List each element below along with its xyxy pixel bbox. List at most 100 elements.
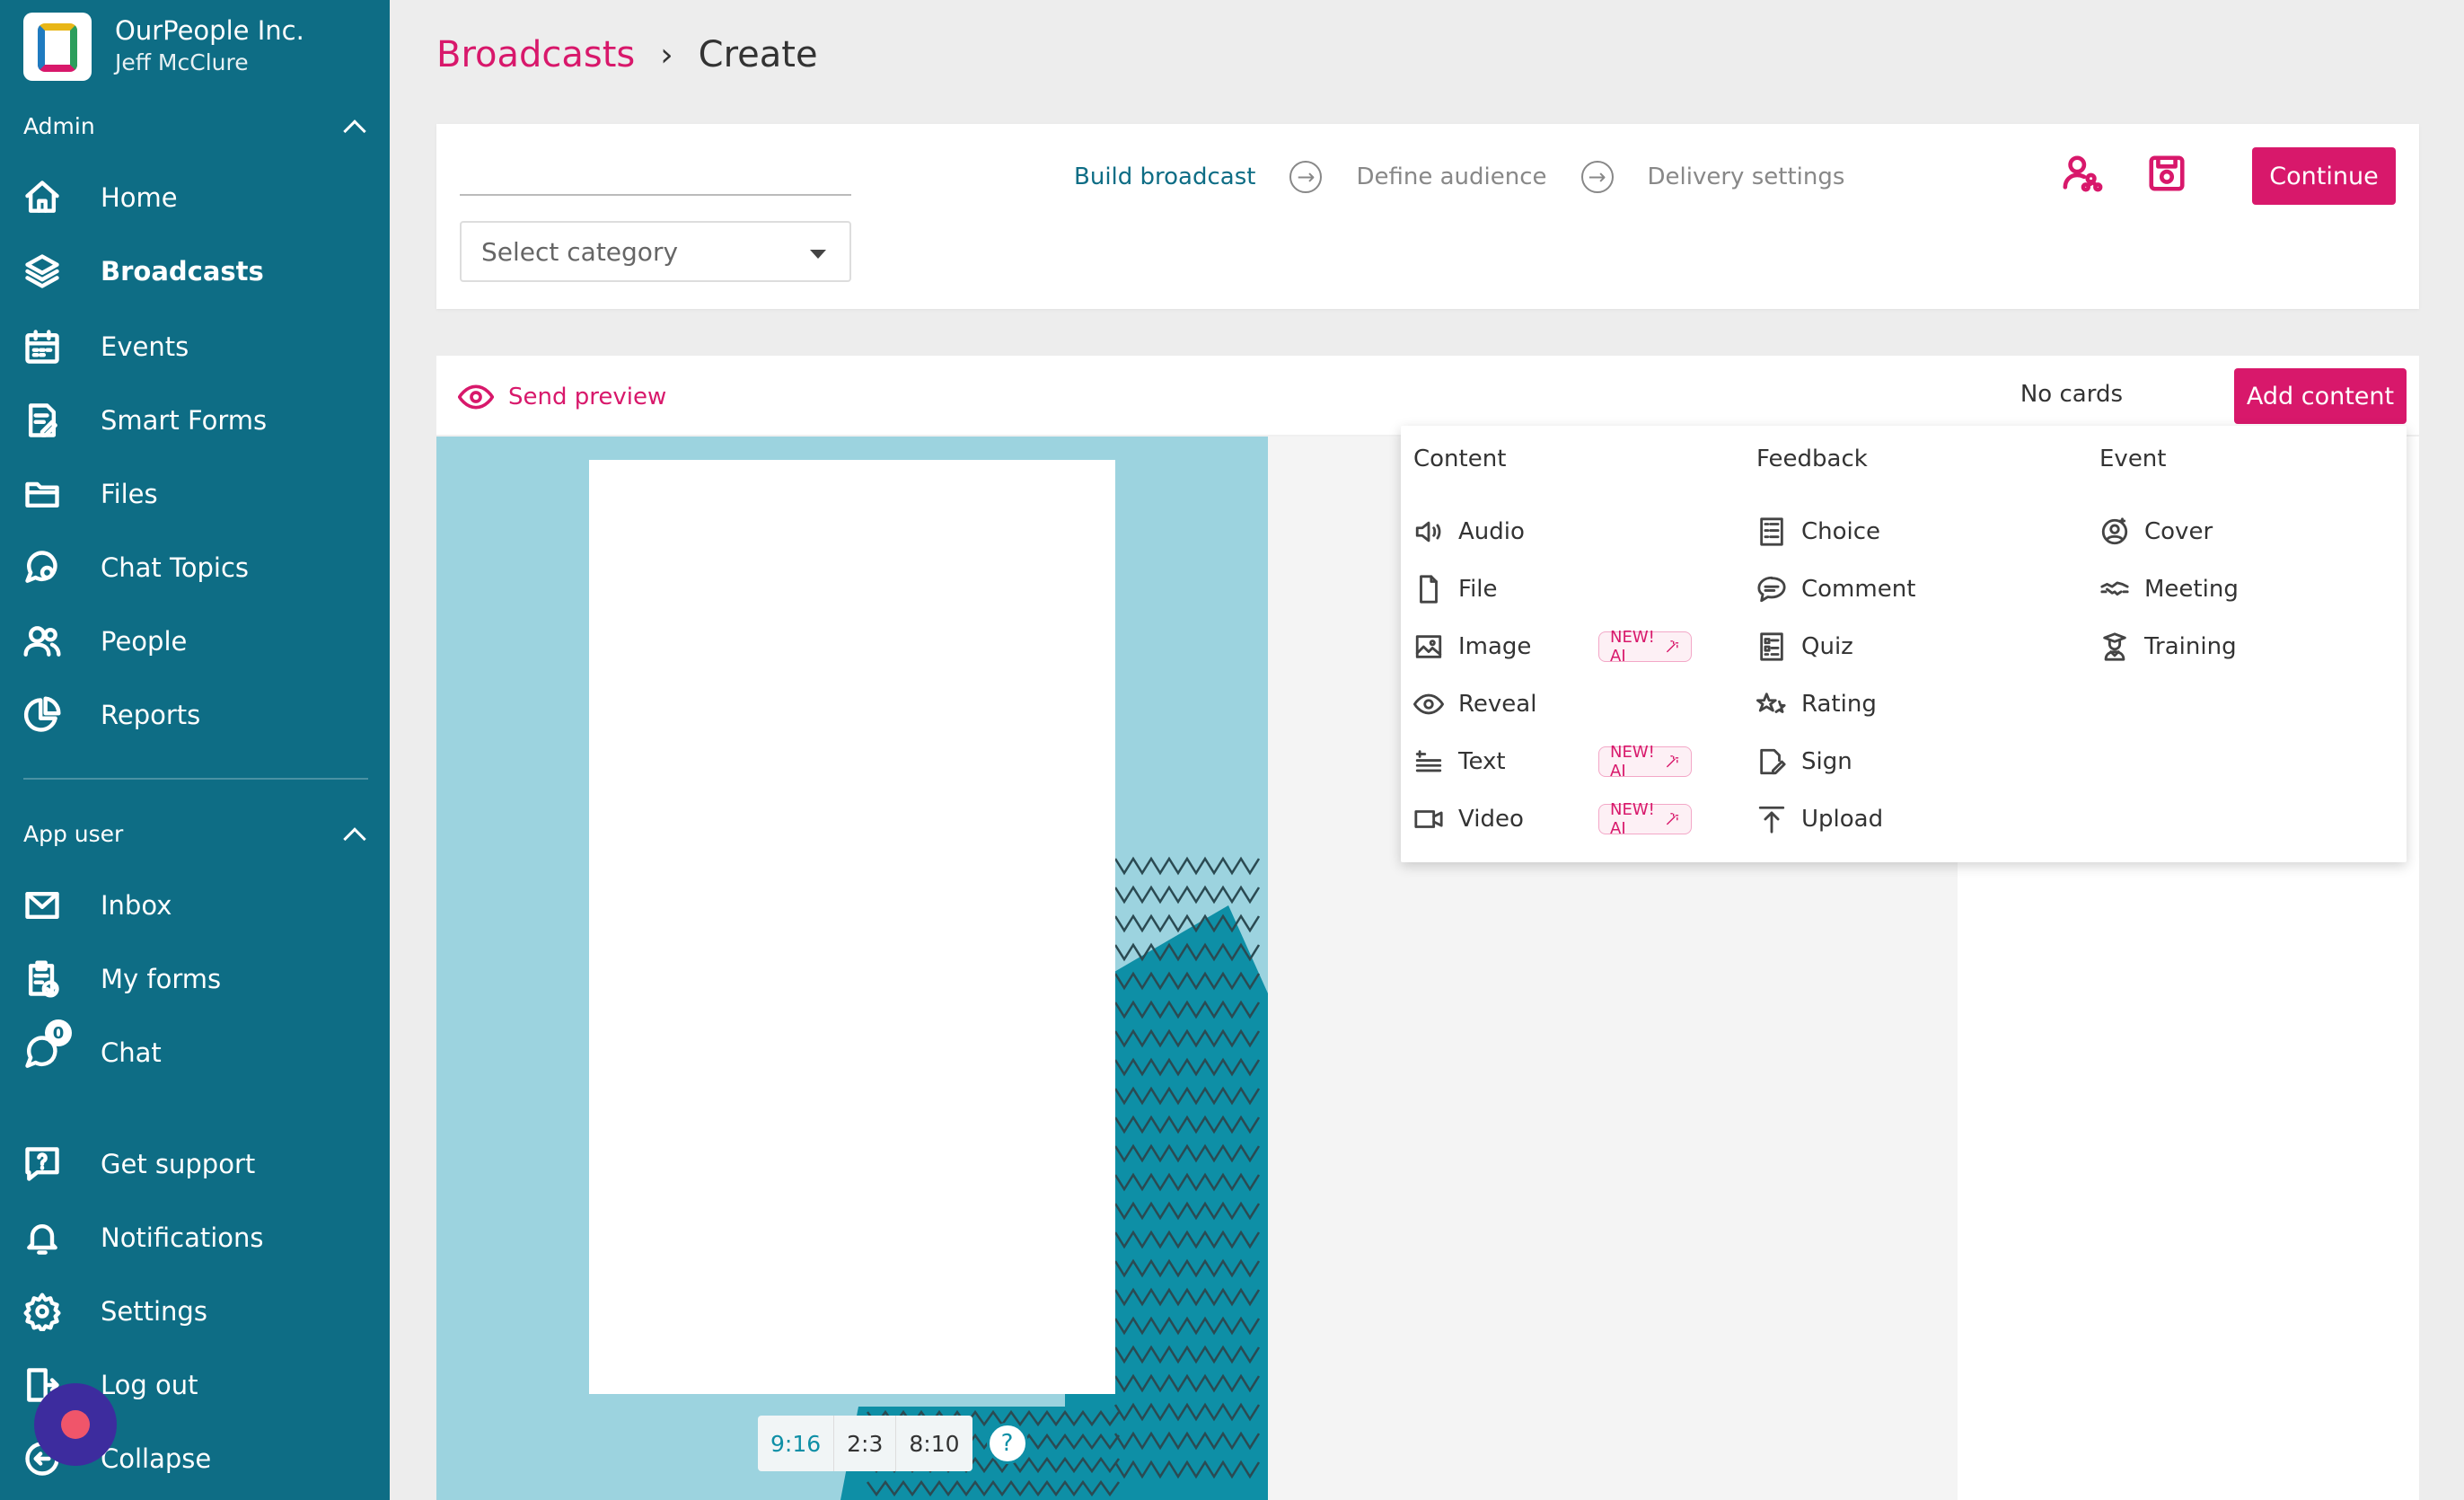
card-count-label: No cards (2020, 381, 2123, 408)
sidebar-item-people[interactable]: People (22, 614, 372, 668)
sidebar-item-label: Get support (101, 1149, 256, 1179)
save-draft-icon[interactable] (2146, 153, 2187, 198)
menu-item-audio[interactable]: Audio (1413, 503, 1536, 560)
sidebar-item-files[interactable]: Files (22, 467, 372, 521)
category-select[interactable]: Select category (460, 221, 851, 282)
eye-icon (458, 384, 494, 410)
menu-item-rating[interactable]: Rating (1756, 675, 1915, 733)
org-switcher[interactable]: OurPeople Inc. Jeff McClure (23, 13, 304, 81)
calendar-icon (22, 326, 63, 367)
menu-item-video[interactable]: Video NEW! AI (1413, 790, 1692, 848)
card-preview[interactable] (589, 460, 1115, 1394)
menu-item-label: Training (2144, 633, 2237, 660)
sidebar-item-label: Chat (101, 1037, 162, 1068)
gear-icon (22, 1291, 63, 1332)
breadcrumb-separator: › (660, 36, 673, 74)
sidebar-divider (23, 778, 368, 780)
sidebar-item-label: Inbox (101, 890, 172, 921)
menu-item-reveal[interactable]: Reveal (1413, 675, 1536, 733)
ratio-8-10-option[interactable]: 8:10 (896, 1416, 972, 1471)
menu-item-training[interactable]: Training (2099, 618, 2239, 675)
ratio-2-3-option[interactable]: 2:3 (834, 1416, 897, 1471)
sidebar-item-label: Reports (101, 700, 201, 730)
menu-item-choice[interactable]: Choice (1756, 503, 1915, 560)
add-content-button[interactable]: Add content (2234, 368, 2407, 424)
continue-button[interactable]: Continue (2252, 147, 2396, 205)
step-delivery-settings[interactable]: Delivery settings (1648, 163, 1845, 190)
chat-bubble-icon: 0 (22, 1019, 72, 1073)
column-title: Feedback (1756, 446, 1868, 472)
layers-icon (22, 251, 63, 292)
stars-icon (1756, 693, 1786, 713)
user-network-icon[interactable] (2062, 153, 2103, 198)
form-icon (22, 400, 63, 441)
sidebar-item-label: Home (101, 182, 178, 213)
menu-item-comment[interactable]: Comment (1756, 560, 1915, 618)
send-preview-button[interactable]: Send preview (458, 379, 666, 415)
sidebar-item-label: People (101, 626, 188, 657)
sidebar-item-inbox[interactable]: Inbox (22, 878, 372, 932)
menu-item-label: Meeting (2144, 576, 2239, 603)
sidebar-item-chat[interactable]: 0 Chat (22, 1019, 372, 1080)
sidebar-item-home[interactable]: Home (22, 171, 372, 225)
sidebar-item-label: Log out (101, 1370, 198, 1400)
sidebar-item-label: Notifications (101, 1222, 264, 1253)
sidebar-item-broadcasts[interactable]: Broadcasts (22, 244, 372, 298)
org-name: OurPeople Inc. (115, 15, 304, 46)
sidebar-item-my-forms[interactable]: My forms (22, 952, 372, 1006)
recording-fab[interactable] (34, 1383, 117, 1466)
chevron-up-icon (343, 119, 366, 143)
sidebar-item-notifications[interactable]: Notifications (22, 1211, 372, 1265)
sidebar-item-get-support[interactable]: Get support (22, 1137, 372, 1191)
app-user-section-toggle[interactable]: App user (23, 821, 370, 851)
category-placeholder: Select category (481, 236, 679, 267)
sign-icon (1760, 748, 1786, 775)
envelope-icon (22, 885, 63, 926)
menu-item-image[interactable]: Image NEW! AI (1413, 618, 1692, 675)
new-ai-badge: NEW! AI (1598, 743, 1692, 781)
record-dot-icon (61, 1410, 90, 1439)
sidebar-item-label: Smart Forms (101, 405, 268, 436)
ratio-9-16-option[interactable]: 9:16 (758, 1416, 835, 1471)
people-icon (22, 621, 63, 662)
sidebar-item-label: My forms (101, 964, 222, 994)
menu-item-cover[interactable]: Cover (2099, 503, 2239, 560)
sidebar-item-smart-forms[interactable]: Smart Forms (22, 393, 372, 447)
help-icon[interactable]: ? (986, 1423, 1028, 1464)
sidebar-item-settings[interactable]: Settings (22, 1284, 372, 1338)
menu-item-upload[interactable]: Upload (1756, 790, 1915, 848)
send-preview-label: Send preview (508, 384, 667, 410)
chat-topics-icon (22, 547, 63, 588)
step-define-audience[interactable]: Define audience (1356, 163, 1546, 190)
new-ai-badge: NEW! AI (1598, 628, 1692, 666)
sidebar-item-label: Broadcasts (101, 256, 264, 287)
admin-section-label: Admin (23, 113, 95, 139)
new-ai-badge: NEW! AI (1598, 800, 1692, 838)
breadcrumb-broadcasts-link[interactable]: Broadcasts (436, 34, 635, 75)
sidebar-item-events[interactable]: Events (22, 320, 372, 374)
training-icon (2103, 632, 2126, 661)
column-title: Content (1413, 446, 1507, 472)
magic-wand-icon (1667, 755, 1679, 768)
menu-item-label: Comment (1801, 576, 1916, 603)
breadcrumb-current: Create (698, 34, 818, 75)
comment-icon (1757, 576, 1786, 603)
menu-item-text[interactable]: Text NEW! AI (1413, 733, 1692, 790)
column-title: Event (2099, 446, 2167, 472)
choice-icon (1760, 517, 1783, 546)
menu-item-sign[interactable]: Sign (1756, 733, 1915, 790)
folder-icon (22, 473, 63, 515)
menu-item-label: Image (1458, 633, 1532, 660)
menu-item-quiz[interactable]: Quiz (1756, 618, 1915, 675)
broadcast-header-panel: Select category Build broadcast → Define… (436, 124, 2419, 309)
breadcrumb: Broadcasts › Create (436, 34, 818, 75)
home-icon (22, 177, 63, 218)
card-canvas: 9:16 2:3 8:10 ? (436, 437, 1268, 1500)
broadcast-title-input[interactable] (460, 194, 851, 196)
menu-item-meeting[interactable]: Meeting (2099, 560, 2239, 618)
menu-item-file[interactable]: File (1413, 560, 1536, 618)
sidebar-item-reports[interactable]: Reports (22, 688, 372, 742)
admin-section-toggle[interactable]: Admin (23, 113, 370, 143)
step-build-broadcast[interactable]: Build broadcast (1074, 163, 1255, 190)
sidebar-item-chat-topics[interactable]: Chat Topics (22, 541, 372, 595)
